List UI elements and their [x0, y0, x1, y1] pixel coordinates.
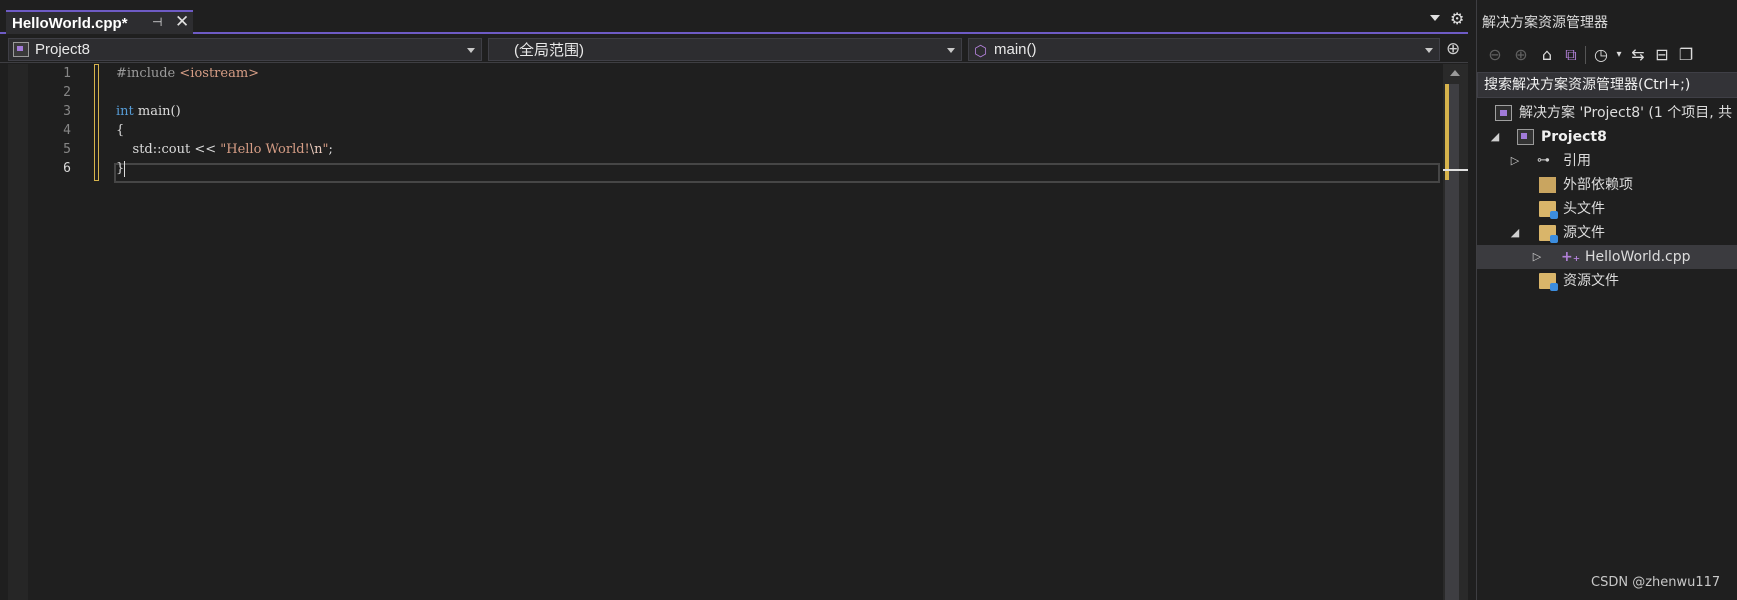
code-line-1: #include <iostream>: [116, 64, 259, 84]
code-line-4: {: [116, 121, 124, 141]
toolbar-separator: [1585, 46, 1586, 64]
close-brace: }: [116, 161, 125, 176]
pin-icon[interactable]: ⊣: [152, 15, 162, 29]
explorer-toolbar: ⊖ ⊕ ⌂ ⧉ ◷ ▾ ⇆ ⊟ ❐: [1477, 40, 1737, 68]
line-number: 5: [63, 142, 71, 157]
collapsed-arrow-icon[interactable]: ▷: [1530, 245, 1544, 269]
vs-switch-view-icon[interactable]: ⧉: [1560, 44, 1582, 66]
semicolon: ;: [328, 142, 333, 157]
project-combo[interactable]: Project8: [8, 38, 482, 61]
tree-item-label: 资源文件: [1563, 273, 1619, 289]
escape-sequence: \n: [309, 142, 323, 157]
scope-combo[interactable]: (全局范围): [488, 38, 962, 61]
unsaved-change-marker: [94, 64, 99, 181]
function-signature: main(): [133, 104, 181, 119]
code-editor-pane: HelloWorld.cpp* ⊣ ✕ ⚙ Project8 (全局范围) ⬡ …: [0, 0, 1468, 600]
tab-helloworld-cpp[interactable]: HelloWorld.cpp* ⊣ ✕: [6, 10, 193, 34]
csdn-watermark: CSDN @zhenwu117: [1591, 575, 1721, 590]
expanded-arrow-icon[interactable]: ◢: [1508, 221, 1522, 245]
navigation-bar: Project8 (全局范围) ⬡ main() ⊕: [0, 36, 1468, 63]
line-number-gutter: 1 2 3 4 5 6: [28, 64, 98, 600]
panel-title: 解决方案资源管理器: [1482, 15, 1608, 31]
scrollbar-caret-position: [1443, 169, 1468, 171]
filter-folder-icon: [1539, 273, 1558, 291]
home-icon[interactable]: ⌂: [1536, 44, 1558, 66]
line-number: 4: [63, 123, 71, 138]
collapsed-arrow-icon[interactable]: ▷: [1508, 149, 1522, 173]
cpp-project-icon: [1517, 129, 1534, 145]
glyph-margin: [8, 64, 28, 600]
keyword-int: int: [116, 104, 134, 119]
code-line-5: std::cout << "Hello World!\n";: [116, 140, 333, 160]
chevron-down-icon: [1425, 48, 1433, 53]
cpp-project-icon: [13, 42, 29, 57]
forward-icon[interactable]: ⊕: [1510, 44, 1532, 66]
tree-item-source-files[interactable]: ◢ 源文件: [1477, 221, 1737, 245]
tree-item-label: 外部依赖项: [1563, 177, 1633, 193]
solution-explorer: 解决方案资源管理器 ⊖ ⊕ ⌂ ⧉ ◷ ▾ ⇆ ⊟ ❐ 搜索解决方案资源管理器(…: [1476, 0, 1737, 600]
line-number-current: 6: [63, 161, 71, 176]
code-line-3: int main(): [116, 102, 181, 122]
project-combo-label: Project8: [35, 41, 91, 58]
tree-item-resource-files[interactable]: 资源文件: [1477, 269, 1737, 293]
show-all-files-icon[interactable]: ❐: [1675, 44, 1697, 66]
method-cube-icon: ⬡: [974, 42, 988, 60]
tree-item-label: 头文件: [1563, 201, 1605, 217]
line-number: 1: [63, 66, 71, 81]
split-window-icon[interactable]: ⊕: [1446, 39, 1460, 59]
gear-icon[interactable]: ⚙: [1450, 9, 1464, 28]
cout-expression: std::cout <<: [116, 142, 221, 157]
tree-item-label: 引用: [1563, 153, 1591, 169]
solution-icon: [1495, 105, 1512, 121]
close-icon[interactable]: ✕: [175, 12, 189, 32]
line-number: 2: [63, 85, 71, 100]
tree-item-external-dependencies[interactable]: 外部依赖项: [1477, 173, 1737, 197]
tree-item-project[interactable]: ◢ Project8: [1477, 125, 1737, 149]
filter-folder-icon: [1539, 225, 1558, 243]
tree-item-label: 解决方案 'Project8' (1 个项目, 共 1 个): [1519, 105, 1737, 121]
back-icon[interactable]: ⊖: [1484, 44, 1506, 66]
code-line-6: }: [116, 159, 126, 179]
tree-item-header-files[interactable]: 头文件: [1477, 197, 1737, 221]
scroll-up-arrow-icon[interactable]: [1450, 70, 1460, 76]
preprocessor-directive: #include: [116, 66, 176, 81]
tree-item-solution[interactable]: 解决方案 'Project8' (1 个项目, 共 1 个): [1477, 101, 1737, 125]
scope-combo-label: (全局范围): [514, 42, 584, 59]
open-brace: {: [116, 123, 125, 138]
cpp-file-icon: +₊: [1561, 249, 1581, 265]
sync-icon[interactable]: ⇆: [1627, 44, 1649, 66]
line-number: 3: [63, 104, 71, 119]
scrollbar-change-marker: [1445, 84, 1449, 180]
member-combo[interactable]: ⬡ main(): [968, 38, 1440, 61]
tree-item-references[interactable]: ▷ ⊶ 引用: [1477, 149, 1737, 173]
collapse-all-icon[interactable]: ⊟: [1651, 44, 1673, 66]
tab-list-dropdown-icon[interactable]: [1430, 15, 1440, 21]
tree-item-label: 源文件: [1563, 225, 1605, 241]
references-icon: ⊶: [1537, 153, 1550, 168]
text-caret: [124, 160, 126, 177]
external-dependencies-icon: [1539, 177, 1556, 193]
string-literal: "Hello World!: [220, 142, 310, 157]
vertical-scrollbar[interactable]: [1443, 64, 1468, 600]
document-tab-strip: HelloWorld.cpp* ⊣ ✕ ⚙: [0, 0, 1468, 34]
chevron-down-icon: [947, 48, 955, 53]
tree-item-label: HelloWorld.cpp: [1585, 249, 1691, 265]
filter-folder-icon: [1539, 201, 1558, 219]
tree-item-helloworld-cpp[interactable]: ▷ +₊ HelloWorld.cpp: [1477, 245, 1737, 269]
tab-title: HelloWorld.cpp*: [12, 14, 128, 32]
member-combo-label: main(): [994, 41, 1037, 58]
include-header: <iostream>: [179, 66, 260, 81]
search-input[interactable]: 搜索解决方案资源管理器(Ctrl+;): [1477, 72, 1737, 98]
chevron-down-icon: [467, 48, 475, 53]
expanded-arrow-icon[interactable]: ◢: [1488, 125, 1502, 149]
code-text-area[interactable]: #include <iostream> int main() { std::co…: [116, 64, 1440, 600]
tree-item-label: Project8: [1541, 129, 1607, 145]
